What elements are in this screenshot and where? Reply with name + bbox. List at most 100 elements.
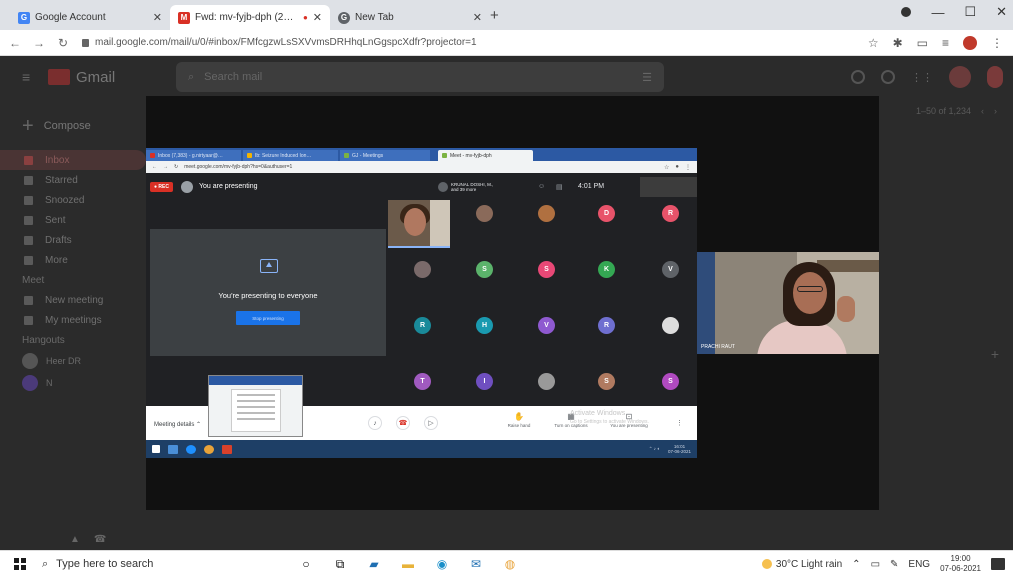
tab-new-tab[interactable]: G New Tab ✕ — [330, 5, 490, 30]
url-field[interactable]: mail.google.com/mail/u/0/#inbox/FMfcgzwL… — [82, 37, 868, 48]
hangouts-user[interactable]: N — [0, 372, 146, 394]
chrome-icon[interactable]: ◍ — [502, 556, 518, 572]
sidebar-item-inbox[interactable]: Inbox — [0, 150, 146, 170]
tab-gmail-fwd[interactable]: M Fwd: mv-fyjb-dph (2021-07- ● ✕ — [170, 5, 330, 30]
file-explorer-icon[interactable]: ▬ — [400, 556, 416, 572]
participant-avatar: R — [414, 317, 431, 334]
close-tab-icon[interactable]: ✕ — [153, 11, 162, 24]
tab-title: Fwd: mv-fyjb-dph (2021-07- — [195, 12, 298, 23]
language-indicator[interactable]: ENG — [908, 559, 930, 570]
meet-favicon-icon — [442, 153, 447, 158]
chat-icon[interactable]: ☎ — [94, 534, 106, 545]
participant-avatar: S — [662, 373, 679, 390]
search-options-icon[interactable]: ☰ — [642, 71, 652, 84]
hamburger-menu-icon[interactable]: ≡ — [22, 69, 36, 85]
pen-icon[interactable]: ✎ — [890, 559, 898, 570]
task-view-icon[interactable]: ⧉ — [332, 556, 348, 572]
hangouts-user-name: N — [46, 378, 53, 388]
maximize-button[interactable]: ☐ — [964, 4, 976, 20]
person-icon[interactable]: ▲ — [70, 534, 80, 545]
sidebar-item-label: Sent — [45, 214, 66, 226]
participants-avatar — [438, 182, 448, 192]
close-window-button[interactable]: ✕ — [996, 4, 1007, 20]
participant-avatar: H — [476, 317, 493, 334]
lock-icon — [82, 38, 89, 47]
participant-avatar — [538, 205, 555, 222]
pagination-text: 1–50 of 1,234 — [915, 106, 971, 116]
meet-favicon-icon — [344, 153, 349, 158]
pdf-preview-thumbnail[interactable] — [208, 375, 303, 437]
account-avatar[interactable] — [987, 66, 1003, 88]
reading-list-icon[interactable]: ≡ — [942, 36, 949, 50]
raise-hand-label: Raise hand — [507, 423, 531, 428]
speaker-name: PRACHI RAUT — [701, 344, 735, 350]
close-tab-icon[interactable]: ✕ — [313, 11, 322, 24]
taskbar-clock[interactable]: 19:00 07-06-2021 — [940, 554, 981, 574]
sidebar-item-sent[interactable]: Sent — [0, 210, 146, 230]
workspace-logo[interactable] — [949, 66, 971, 88]
sidebar-item-drafts[interactable]: Drafts — [0, 230, 146, 250]
cast-icon[interactable]: ▭ — [917, 36, 928, 50]
sidebar-item-my-meetings[interactable]: My meetings — [0, 310, 146, 330]
avatar — [22, 353, 38, 369]
windows-start-icon[interactable] — [14, 558, 26, 570]
next-page-icon[interactable]: › — [994, 106, 997, 116]
store-icon[interactable]: ▰ — [366, 556, 382, 572]
gmail-logo[interactable]: Gmail — [48, 69, 115, 86]
gmail-search-input[interactable]: ⌕ Search mail ☰ — [176, 62, 664, 92]
taskbar-search-input[interactable]: ⌕ Type here to search — [42, 558, 262, 571]
activate-windows-watermark: Activate Windows Go to Settings to activa… — [570, 410, 649, 426]
gmail-sidebar: Inbox Starred Snoozed Sent Drafts More M… — [0, 150, 146, 394]
support-icon[interactable] — [851, 70, 865, 84]
participant-avatar: R — [662, 205, 679, 222]
sidebar-item-more[interactable]: More — [0, 250, 146, 270]
minimize-button[interactable]: — — [931, 5, 944, 20]
profile-dot-icon[interactable] — [901, 7, 912, 17]
shared-tab: Ib: Seizure Induced Ion… — [243, 150, 338, 161]
sidebar-item-snoozed[interactable]: Snoozed — [0, 190, 146, 210]
window-controls: — ☐ ✕ — [901, 4, 1007, 20]
notification-icon[interactable] — [991, 558, 1005, 570]
chrome-icon — [204, 444, 214, 454]
tray-chevron-icon[interactable]: ⌃ — [852, 559, 860, 570]
meet-clock: 4:01 PM — [578, 183, 605, 190]
shared-tab-title: Meet - mv-fyjb-dph — [450, 152, 492, 159]
gmail-header-right: ⋮⋮ — [851, 66, 1003, 88]
forward-icon[interactable]: → — [30, 36, 48, 50]
participants-label: KRUNAL DOSHI, M., and 39 more — [451, 182, 493, 192]
search-icon: ⌕ — [188, 70, 195, 83]
edge-icon — [186, 444, 196, 454]
cortana-icon[interactable]: ○ — [298, 556, 314, 572]
menu-icon: ⋮ — [685, 164, 691, 171]
battery-icon[interactable]: ▭ — [871, 559, 880, 570]
puzzle-icon[interactable]: ✱ — [893, 36, 903, 50]
compose-button[interactable]: + Compose — [22, 108, 142, 144]
apps-grid-icon[interactable]: ⋮⋮ — [911, 71, 933, 84]
profile-avatar[interactable] — [963, 35, 977, 50]
sidebar-item-starred[interactable]: Starred — [0, 170, 146, 190]
hangouts-user[interactable]: Heer DR — [0, 350, 146, 372]
compose-plus-icon: + — [22, 114, 34, 137]
menu-icon[interactable]: ⋮ — [991, 36, 1003, 50]
windows-taskbar: ⌕ Type here to search ○ ⧉ ▰ ▬ ◉ ✉ ◍ 30°C… — [0, 550, 1013, 577]
close-tab-icon[interactable]: ✕ — [473, 11, 482, 24]
tab-google-account[interactable]: G Google Account ✕ — [10, 5, 170, 30]
new-tab-button[interactable]: + — [490, 7, 499, 24]
prev-page-icon[interactable]: ‹ — [981, 106, 984, 116]
star-icon[interactable]: ☆ — [868, 36, 879, 50]
tab-title: Google Account — [35, 12, 106, 23]
meet-section-title: Meet — [22, 274, 45, 286]
extension-icons: ☆ ✱ ▭ ≡ ⋮ — [868, 35, 1003, 50]
reload-icon[interactable]: ↻ — [54, 36, 72, 50]
weather-widget[interactable]: 30°C Light rain — [761, 559, 842, 570]
reload-icon: ↻ — [174, 164, 179, 170]
edge-icon[interactable]: ◉ — [434, 556, 450, 572]
sidebar-item-new-meeting[interactable]: New meeting — [0, 290, 146, 310]
hand-icon: ✋ — [514, 412, 524, 421]
chevron-down-icon — [24, 255, 33, 265]
shared-address-bar: ← → ↻ meet.google.com/mv-fyjb-dph?hs=0&a… — [146, 161, 697, 173]
settings-gear-icon[interactable] — [881, 70, 895, 84]
mail-icon[interactable]: ✉ — [468, 556, 484, 572]
side-panel-add-icon[interactable]: + — [991, 346, 999, 362]
back-icon[interactable]: ← — [6, 36, 24, 50]
